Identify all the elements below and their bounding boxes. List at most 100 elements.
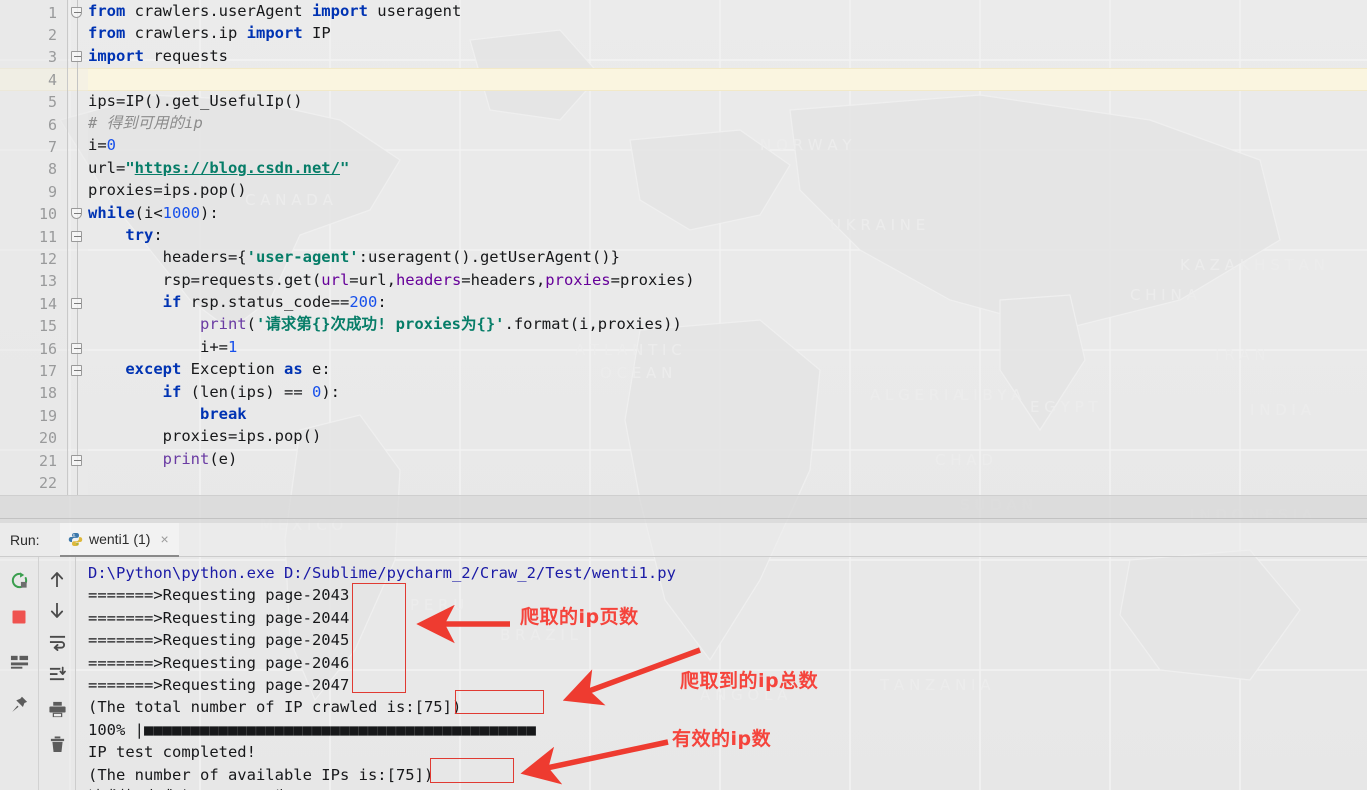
code-line: if rsp.status_code==200: [88, 291, 1358, 313]
line-number: 6 [47, 115, 57, 134]
console-output[interactable]: D:\Python\python.exe D:/Sublime/pycharm_… [76, 557, 1367, 790]
fold-toggle-icon[interactable] [71, 51, 84, 64]
fold-toggle-icon[interactable] [71, 342, 84, 356]
line-number: 9 [47, 182, 57, 201]
code-token: url= [88, 158, 126, 177]
code-token: # 得到可用的ip [88, 113, 203, 132]
code-token: import [311, 2, 368, 20]
line-number: 12 [38, 249, 57, 268]
code-token: import [88, 46, 144, 65]
console-icon [10, 655, 28, 669]
trash-icon [50, 735, 64, 752]
code-text-area[interactable]: from crawlers.userAgent import useragent… [88, 0, 1358, 495]
python-icon [68, 532, 83, 547]
line-number: 4 [47, 70, 57, 89]
line-number-gutter[interactable]: 1 2 3 4 5 6 7 8 9 10 11 12 13 14 15 16 17 18 19 20 21 22 [0, 0, 68, 495]
console-line: 请求第0次成功! proxies为{'http': 'http://222.24… [88, 786, 1367, 790]
line-number: 11 [38, 227, 57, 246]
run-tool-window-header: Run: wenti1 (1) × [0, 523, 1367, 557]
code-token: headers={ [88, 248, 247, 267]
code-token: :useragent().getUserAgent()} [358, 248, 620, 267]
fold-guide-line [77, 0, 78, 495]
fold-toggle-icon[interactable] [71, 208, 84, 221]
code-token: ( [181, 382, 200, 401]
code-line: proxies=ips.pop() [88, 425, 1358, 447]
console-line: =======>Requesting page-2043 [88, 586, 350, 605]
line-number: 5 [47, 93, 57, 112]
code-token: 0 [312, 382, 322, 401]
code-token: as [283, 360, 303, 379]
code-token: rsp.status_code== [181, 293, 350, 312]
code-token: proxies=ips.pop() [88, 181, 247, 200]
line-number: 18 [38, 384, 57, 403]
line-number: 20 [38, 429, 57, 448]
code-token: IP [302, 24, 331, 43]
fold-toggle-icon[interactable] [71, 230, 84, 244]
code-line: ips=IP().get_UsefulIp() [88, 90, 1358, 112]
fold-toggle-icon[interactable] [71, 297, 84, 311]
code-token: proxies=ips.pop() [88, 427, 322, 446]
splitter-grip [0, 518, 1367, 519]
code-line: import requests [88, 45, 1358, 67]
scroll-to-end-icon [49, 666, 66, 680]
scroll-to-end-button[interactable] [38, 655, 76, 693]
line-number: 3 [47, 48, 57, 67]
close-icon[interactable]: × [160, 531, 168, 547]
code-line: from crawlers.ip import IP [88, 22, 1358, 44]
line-number: 13 [38, 272, 57, 291]
code-line: print('请求第{}次成功! proxies为{}'.format(i,pr… [88, 313, 1358, 335]
arrow-up-icon [50, 572, 64, 587]
console-line: =======>Requesting page-2044 [88, 608, 350, 627]
code-token: while [88, 203, 135, 222]
show-console-button[interactable] [0, 643, 38, 681]
code-token: if [162, 382, 182, 401]
code-token: https://blog.csdn.net/ [134, 158, 340, 177]
code-token: print [199, 315, 247, 334]
code-editor-pane[interactable]: 1 2 3 4 5 6 7 8 9 10 11 12 13 14 15 16 17 18 19 20 21 22 from… [0, 0, 1367, 495]
line-number: 15 [38, 317, 57, 336]
code-token: url [321, 270, 350, 289]
code-token: ): [200, 203, 219, 222]
rerun-button[interactable] [0, 561, 38, 599]
code-token: import [246, 24, 303, 43]
code-token: ): [321, 382, 341, 401]
stop-button[interactable] [0, 598, 38, 636]
line-number: 2 [47, 25, 57, 44]
code-line: while(i<1000): [88, 202, 1358, 224]
clear-all-button[interactable] [38, 725, 76, 763]
pycharm-window: C A N A D A A T L A N T I C O C E A N A … [0, 0, 1367, 790]
fold-toggle-icon[interactable] [71, 6, 84, 20]
print-button[interactable] [38, 690, 76, 728]
code-line: i=0 [88, 134, 1358, 156]
pin-tab-button[interactable] [0, 685, 38, 723]
code-line: from crawlers.userAgent import useragent [88, 0, 1358, 22]
code-token: if [162, 293, 182, 312]
code-token: 1000 [162, 203, 200, 222]
code-token: ( [246, 315, 256, 334]
line-number: 10 [38, 205, 57, 224]
code-token: .format(i,proxies)) [504, 315, 682, 334]
code-fold-strip[interactable] [68, 0, 88, 495]
pane-splitter[interactable] [0, 495, 1367, 523]
line-number: 22 [38, 473, 57, 492]
fold-toggle-icon[interactable] [71, 454, 84, 468]
code-token: e: [302, 360, 331, 379]
console-line: =======>Requesting page-2045 [88, 631, 350, 650]
pin-icon [11, 696, 27, 712]
print-icon [48, 701, 66, 717]
code-token: i+= [88, 337, 228, 356]
code-line: rsp=requests.get(url=url,headers=headers… [88, 269, 1358, 291]
console-line: D:\Python\python.exe D:/Sublime/pycharm_… [88, 564, 676, 582]
code-token: from [88, 24, 126, 43]
run-configuration-tab[interactable]: wenti1 (1) × [60, 523, 179, 557]
code-line: break [88, 403, 1358, 425]
code-token: except [125, 360, 182, 379]
fold-toggle-icon[interactable] [71, 364, 84, 378]
code-token: len [200, 382, 228, 401]
line-number: 19 [38, 406, 57, 425]
